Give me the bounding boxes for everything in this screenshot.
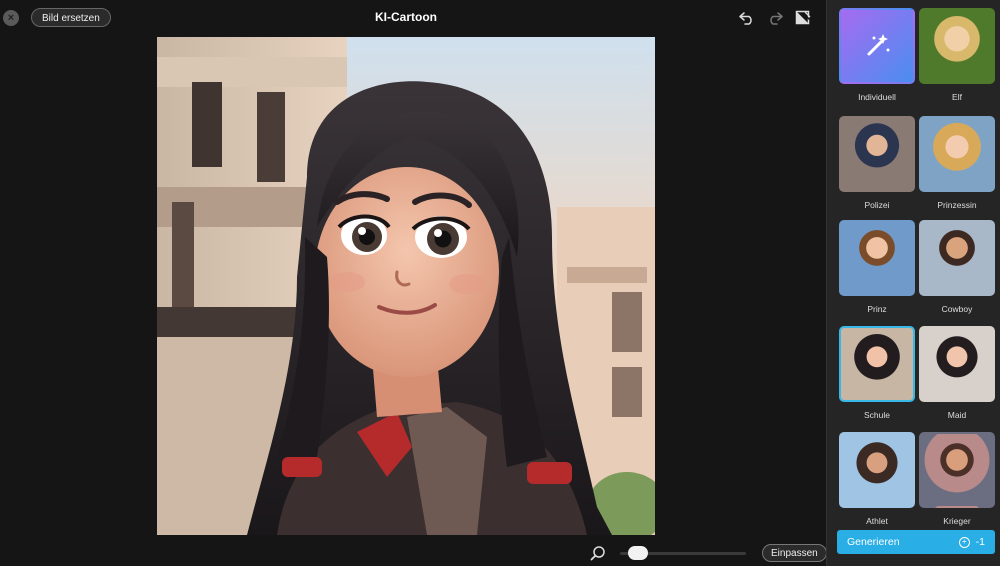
style-item-elf[interactable]: Elf	[919, 8, 995, 102]
compare-button[interactable]	[794, 9, 812, 27]
image-canvas[interactable]	[157, 37, 655, 535]
credit-cost: + -1	[958, 536, 985, 548]
style-thumb	[919, 8, 995, 84]
style-thumb	[919, 432, 995, 508]
generate-button[interactable]: Generieren + -1	[837, 530, 995, 554]
undo-icon	[739, 12, 752, 25]
style-item-prinzessin[interactable]: Prinzessin	[919, 116, 995, 210]
redo-button[interactable]	[766, 9, 784, 27]
style-item-polizei[interactable]: Polizei	[839, 116, 915, 210]
style-thumb	[839, 116, 915, 192]
style-label: Schule	[864, 410, 890, 420]
zoom-icon[interactable]	[590, 545, 606, 561]
bottom-bar: Einpassen	[0, 540, 827, 566]
style-thumb	[919, 220, 995, 296]
credit-coin-icon: +	[958, 536, 970, 548]
style-label: Krieger	[943, 516, 971, 526]
style-thumb	[839, 220, 915, 296]
style-label: Athlet	[866, 516, 888, 526]
redo-icon	[770, 12, 783, 25]
style-thumb	[919, 116, 995, 192]
style-thumb	[839, 8, 915, 84]
generate-label: Generieren	[847, 536, 900, 548]
zoom-slider-thumb[interactable]	[628, 546, 648, 560]
cartoon-portrait-image	[157, 37, 655, 535]
style-item-maid[interactable]: Maid	[919, 326, 995, 420]
style-label: Polizei	[864, 200, 890, 210]
style-label: Cowboy	[941, 304, 973, 314]
zoom-slider[interactable]	[620, 546, 746, 560]
style-item-schule[interactable]: Schule	[839, 326, 915, 420]
style-label: Prinzessin	[937, 200, 977, 210]
style-item-athlet[interactable]: Athlet	[839, 432, 915, 526]
credit-cost-value: -1	[975, 536, 985, 548]
style-label: Prinz	[867, 304, 887, 314]
style-item-individuell[interactable]: Individuell	[839, 8, 915, 102]
compare-icon	[795, 10, 811, 25]
style-thumb	[919, 326, 995, 402]
style-item-krieger[interactable]: Krieger	[919, 432, 995, 526]
top-bar: × Bild ersetzen KI-Cartoon	[0, 0, 826, 36]
style-panel: Individuell Elf Polizei Prinzessin Prinz…	[826, 0, 1000, 566]
page-title: KI-Cartoon	[375, 10, 437, 24]
style-item-prinz[interactable]: Prinz	[839, 220, 915, 314]
fit-button[interactable]: Einpassen	[762, 544, 827, 562]
style-thumb	[839, 432, 915, 508]
style-thumb	[839, 326, 915, 402]
style-label: Elf	[952, 92, 962, 102]
style-label: Individuell	[858, 92, 896, 102]
style-item-cowboy[interactable]: Cowboy	[919, 220, 995, 314]
magic-wand-icon	[867, 34, 890, 56]
style-label: Maid	[947, 410, 967, 420]
undo-button[interactable]	[738, 9, 756, 27]
